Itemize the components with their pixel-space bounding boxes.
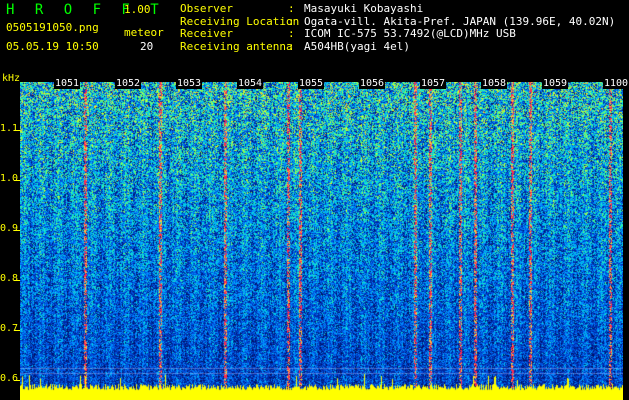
x-tick-label: 1059 xyxy=(542,78,569,89)
info-row-observer: Observer: Masayuki Kobayashi xyxy=(180,2,615,16)
info-row-antenna: Receiving antenna: A504HB(yagi 4el) xyxy=(180,39,615,54)
x-tick-label: 1057 xyxy=(420,78,447,89)
info-value: A504HB(yagi 4el) xyxy=(304,39,410,53)
app-version: 1.00 xyxy=(124,3,151,16)
x-tick-label: 1056 xyxy=(359,78,386,89)
y-tick-label: 1.0 xyxy=(0,173,19,184)
info-row-receiver: Receiver: ICOM IC-575 53.7492(@LCD)MHz US… xyxy=(180,27,615,41)
meteor-count: 20 xyxy=(140,40,154,53)
info-sep: : xyxy=(288,39,295,53)
spectrogram-canvas xyxy=(20,82,623,400)
x-tick-label: 1051 xyxy=(54,78,81,89)
x-tick-label: 1058 xyxy=(481,78,508,89)
info-sep: : xyxy=(288,27,295,40)
y-tick-label: 0.8 xyxy=(0,273,19,284)
capture-datetime: 05.05.19 10:50 xyxy=(6,40,99,53)
info-value: Masayuki Kobayashi xyxy=(304,2,424,15)
capture-filename: 0505191050.png xyxy=(6,21,99,34)
y-tick-label: 0.9 xyxy=(0,223,19,234)
info-key: Receiver xyxy=(180,27,233,40)
x-tick-label: 1100 xyxy=(603,78,629,89)
x-tick-label: 1053 xyxy=(176,78,203,89)
x-tick-label: 1055 xyxy=(298,78,325,89)
x-tick-label: 1054 xyxy=(237,78,264,89)
x-tick-label: 1052 xyxy=(115,78,142,89)
y-axis-unit: kHz xyxy=(2,73,21,84)
station-info: Observer: Masayuki Kobayashi Receiving Lo… xyxy=(180,2,615,54)
info-key: Observer xyxy=(180,2,233,15)
y-tick-label: 0.6 xyxy=(0,373,19,384)
y-tick-label: 1.1 xyxy=(0,123,19,134)
info-sep: : xyxy=(288,2,295,15)
y-tick-label: 0.7 xyxy=(0,323,19,334)
info-key: Receiving antenna xyxy=(180,39,293,53)
info-value: ICOM IC-575 53.7492(@LCD)MHz USB xyxy=(304,27,516,40)
meteor-label: meteor xyxy=(124,26,164,39)
